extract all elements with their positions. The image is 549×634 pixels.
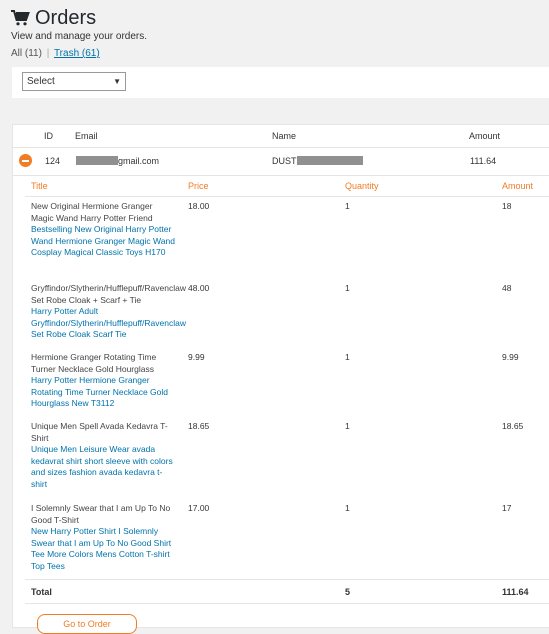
items-table-header: Title Price Quantity Amount: [25, 174, 549, 197]
item-title: Hermione Granger Rotating Time Turner Ne…: [31, 352, 157, 374]
item-quantity: 1: [345, 283, 350, 293]
col-amount: Amount: [469, 131, 501, 141]
col-id: ID: [44, 131, 53, 141]
item-price: 17.00: [188, 503, 210, 513]
order-email-suffix: gmail.com: [118, 156, 160, 166]
item-title-cell: Unique Men Spell Avada Kedavra T-Shirt U…: [31, 421, 176, 490]
page-header: Orders: [11, 6, 96, 30]
page-title: Orders: [35, 7, 97, 29]
item-price: 18.65: [188, 421, 210, 431]
item-title: Gryffindor/Slytherin/Hufflepuff/Ravencla…: [31, 283, 186, 305]
item-quantity: 1: [345, 503, 350, 513]
bulk-action-select[interactable]: Select ▼: [22, 72, 126, 91]
items-col-title: Title: [31, 181, 48, 191]
item-title-cell: Hermione Granger Rotating Time Turner Ne…: [31, 352, 176, 410]
orders-table-header: ID Email Name Amount: [13, 125, 549, 147]
item-title-cell: Gryffindor/Slytherin/Hufflepuff/Ravencla…: [31, 283, 186, 341]
total-amount: 111.64: [502, 587, 529, 597]
item-title: New Original Hermione Granger Magic Wand…: [31, 201, 153, 223]
item-title-cell: New Original Hermione Granger Magic Wand…: [31, 201, 176, 259]
items-col-amount: Amount: [502, 181, 534, 191]
order-id: 124: [45, 156, 61, 166]
total-quantity: 5: [345, 587, 351, 597]
redacted-block: [296, 156, 363, 165]
items-col-price: Price: [188, 181, 209, 191]
items-total-row: Total 5 111.64: [25, 579, 549, 604]
order-name-prefix: DUST: [272, 156, 297, 166]
item-price: 18.00: [188, 201, 210, 211]
item-link[interactable]: Harry Potter Adult Gryffindor/Slytherin/…: [31, 306, 186, 341]
cart-icon: [11, 10, 30, 26]
filter-trash[interactable]: Trash (61): [54, 48, 100, 59]
item-title-cell: I Solemnly Swear that I am Up To No Good…: [31, 503, 176, 572]
collapse-icon[interactable]: [19, 154, 32, 167]
status-filters: All (11) | Trash (61): [11, 48, 100, 59]
col-name: Name: [272, 131, 297, 141]
order-row[interactable]: 124 gmail.com DUST 111.64: [13, 147, 549, 176]
item-title: Unique Men Spell Avada Kedavra T-Shirt: [31, 421, 168, 443]
item-quantity: 1: [345, 352, 350, 362]
order-amount: 111.64: [470, 156, 497, 166]
chevron-down-icon: ▼: [113, 77, 121, 86]
item-amount: 18.65: [502, 421, 524, 431]
item-link[interactable]: New Harry Potter Shirt I Solemnly Swear …: [31, 526, 176, 572]
item-title: I Solemnly Swear that I am Up To No Good…: [31, 503, 171, 525]
item-amount: 17: [502, 503, 512, 513]
item-quantity: 1: [345, 201, 350, 211]
item-link[interactable]: Unique Men Leisure Wear avada kedavrat s…: [31, 444, 176, 490]
item-price: 9.99: [188, 352, 205, 362]
item-price: 48.00: [188, 283, 210, 293]
item-quantity: 1: [345, 421, 350, 431]
total-label: Total: [31, 587, 52, 597]
order-items-table: Title Price Quantity Amount New Original…: [25, 174, 549, 604]
go-to-order-button[interactable]: Go to Order: [37, 614, 137, 634]
item-link[interactable]: Bestselling New Original Harry Potter Wa…: [31, 224, 176, 259]
bulk-action-value: Select: [27, 76, 55, 87]
item-amount: 9.99: [502, 352, 519, 362]
item-amount: 18: [502, 201, 512, 211]
orders-card: ID Email Name Amount 124 gmail.com DUST …: [12, 124, 549, 628]
order-email: gmail.com: [76, 156, 159, 166]
redacted-block: [76, 156, 118, 165]
col-email: Email: [75, 131, 98, 141]
item-link[interactable]: Harry Potter Hermione Granger Rotating T…: [31, 375, 176, 410]
page-subtitle: View and manage your orders.: [11, 31, 148, 42]
item-amount: 48: [502, 283, 512, 293]
items-col-quantity: Quantity: [345, 181, 379, 191]
toolbar: Select ▼: [12, 67, 549, 98]
filter-separator: |: [46, 48, 50, 59]
order-name: DUST: [272, 156, 363, 166]
filter-all[interactable]: All (11): [11, 48, 42, 59]
